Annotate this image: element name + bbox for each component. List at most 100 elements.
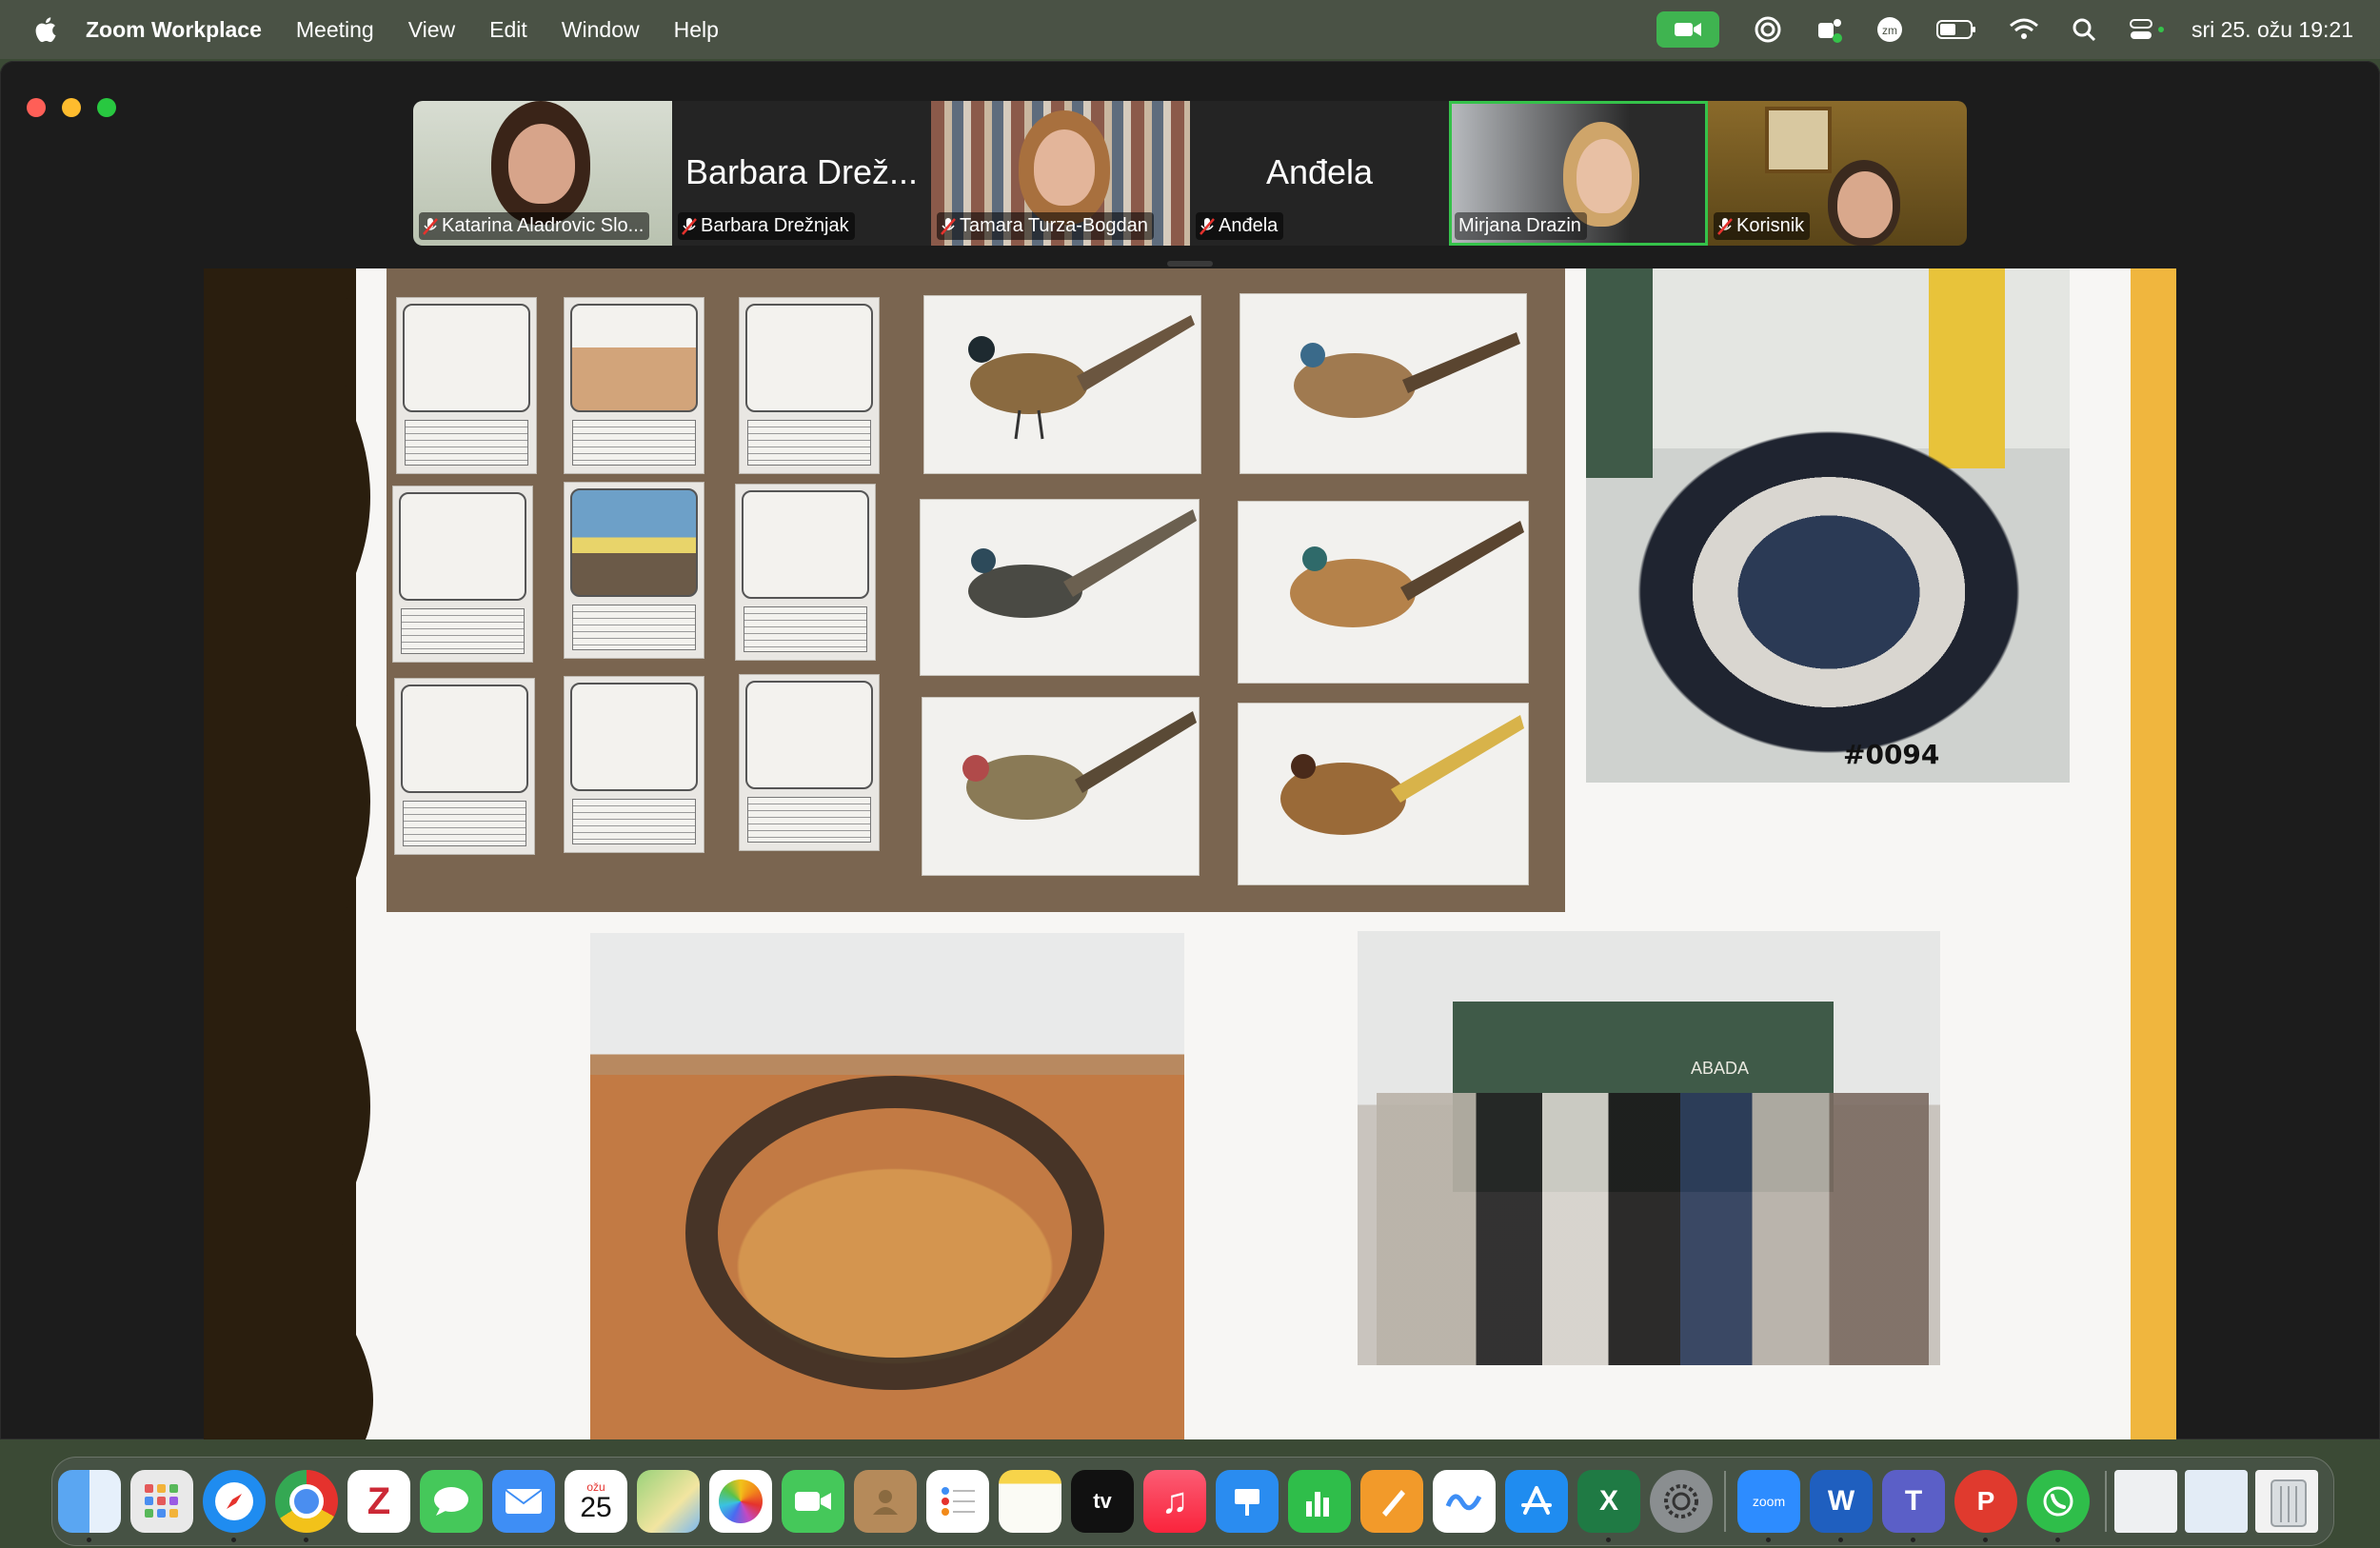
drawing-card bbox=[564, 297, 704, 474]
slide-right-border bbox=[2131, 268, 2176, 1439]
pheasant-drawing bbox=[1240, 293, 1527, 474]
apple-menu-icon[interactable] bbox=[32, 15, 57, 44]
zotero-icon[interactable]: Z bbox=[347, 1470, 410, 1533]
mail-icon[interactable] bbox=[492, 1470, 555, 1533]
participant-face bbox=[1837, 171, 1893, 238]
drawing-card bbox=[735, 484, 876, 661]
notes-icon[interactable] bbox=[999, 1470, 1061, 1533]
participant-strip: Katarina Aladrovic Slo... Barbara Drež..… bbox=[413, 101, 1967, 246]
participant-tile[interactable]: Barbara Drež... Barbara Drežnjak bbox=[672, 101, 931, 246]
mic-muted-icon bbox=[1717, 217, 1733, 235]
participant-tile[interactable]: Katarina Aladrovic Slo... bbox=[413, 101, 672, 246]
participant-tile[interactable]: Tamara Turza-Bogdan bbox=[931, 101, 1190, 246]
battery-icon[interactable] bbox=[1935, 19, 1976, 40]
menu-window[interactable]: Window bbox=[562, 17, 640, 43]
macos-dock: Z ožu 25 tv ♫ X zoom W T P bbox=[51, 1457, 2334, 1546]
participant-name: Korisnik bbox=[1736, 215, 1805, 236]
screen-share-status-icon[interactable] bbox=[1752, 15, 1784, 44]
drawing-card bbox=[739, 297, 880, 474]
messages-icon[interactable] bbox=[420, 1470, 483, 1533]
drawing-card bbox=[392, 486, 533, 663]
pheasant-drawing bbox=[920, 499, 1200, 676]
safari-icon[interactable] bbox=[203, 1470, 266, 1533]
participant-name-label: Anđela bbox=[1196, 212, 1284, 240]
contacts-icon[interactable] bbox=[854, 1470, 917, 1533]
drawing-card bbox=[396, 297, 537, 474]
spotlight-search-icon[interactable] bbox=[2072, 17, 2096, 42]
participant-name-label: Mirjana Drazin bbox=[1455, 212, 1587, 240]
menu-help[interactable]: Help bbox=[674, 17, 719, 43]
students-group bbox=[1615, 411, 2043, 773]
trash-icon[interactable] bbox=[2257, 1470, 2320, 1533]
zoom-icon[interactable]: zoom bbox=[1737, 1470, 1800, 1533]
participant-face bbox=[1577, 139, 1632, 213]
video-camera-status-icon[interactable] bbox=[1656, 11, 1719, 48]
zoom-status-icon[interactable]: zm bbox=[1875, 15, 1904, 44]
students-circle bbox=[685, 1076, 1104, 1390]
minimize-window-button[interactable] bbox=[62, 98, 81, 117]
whatsapp-icon[interactable] bbox=[2027, 1470, 2090, 1533]
photo-artwork-board bbox=[387, 268, 1565, 912]
facetime-icon[interactable] bbox=[782, 1470, 844, 1533]
participant-name-label: Korisnik bbox=[1714, 212, 1811, 240]
menubar-clock[interactable]: sri 25. ožu 19:21 bbox=[2192, 17, 2353, 43]
mic-muted-icon bbox=[682, 217, 697, 235]
shared-screen-slide: #0094 ABADA bbox=[204, 268, 2176, 1439]
keynote-icon[interactable] bbox=[1216, 1470, 1279, 1533]
launchpad-icon[interactable] bbox=[130, 1470, 193, 1533]
app-menu-zoom[interactable]: Zoom Workplace bbox=[86, 17, 262, 43]
excel-icon[interactable]: X bbox=[1577, 1470, 1640, 1533]
mic-muted-icon bbox=[941, 217, 956, 235]
students-standing bbox=[1377, 1093, 1929, 1365]
drawing-card bbox=[564, 482, 704, 659]
calendar-icon[interactable]: ožu 25 bbox=[565, 1470, 627, 1533]
participant-name-label: Tamara Turza-Bogdan bbox=[937, 212, 1154, 240]
pheasant-drawing bbox=[1238, 703, 1529, 885]
numbers-icon[interactable] bbox=[1288, 1470, 1351, 1533]
word-icon[interactable]: W bbox=[1810, 1470, 1873, 1533]
window-controls bbox=[27, 98, 116, 117]
drawing-card bbox=[739, 674, 880, 851]
control-center-icon[interactable] bbox=[2129, 17, 2167, 42]
teams-icon[interactable]: T bbox=[1882, 1470, 1945, 1533]
pheasant-drawing bbox=[1238, 501, 1529, 684]
photos-icon[interactable] bbox=[709, 1470, 772, 1533]
strip-resize-handle[interactable] bbox=[1167, 261, 1213, 267]
participant-name: Barbara Drežnjak bbox=[701, 215, 849, 236]
acrobat-icon[interactable]: P bbox=[1954, 1470, 2017, 1533]
menu-edit[interactable]: Edit bbox=[489, 17, 527, 43]
participant-name: Tamara Turza-Bogdan bbox=[960, 215, 1148, 236]
wall-picture bbox=[1765, 107, 1832, 173]
music-icon[interactable]: ♫ bbox=[1143, 1470, 1206, 1533]
participant-tile[interactable]: Anđela Anđela bbox=[1190, 101, 1449, 246]
participant-name-label: Katarina Aladrovic Slo... bbox=[419, 212, 650, 240]
freeform-icon[interactable] bbox=[1433, 1470, 1496, 1533]
close-window-button[interactable] bbox=[27, 98, 46, 117]
pheasant-drawing bbox=[922, 697, 1200, 876]
pages-icon[interactable] bbox=[1360, 1470, 1423, 1533]
maps-icon[interactable] bbox=[637, 1470, 700, 1533]
participant-name: Mirjana Drazin bbox=[1458, 215, 1581, 236]
reminders-icon[interactable] bbox=[926, 1470, 989, 1533]
system-settings-icon[interactable] bbox=[1650, 1470, 1713, 1533]
finder-icon[interactable] bbox=[58, 1470, 121, 1533]
menu-meeting[interactable]: Meeting bbox=[296, 17, 374, 43]
mic-muted-icon bbox=[423, 217, 438, 235]
drawing-card bbox=[394, 678, 535, 855]
participant-big-name: Barbara Drež... bbox=[684, 152, 919, 191]
participant-tile[interactable]: Korisnik bbox=[1708, 101, 1967, 246]
participant-name-label: Barbara Drežnjak bbox=[678, 212, 855, 240]
fullscreen-window-button[interactable] bbox=[97, 98, 116, 117]
participant-name: Anđela bbox=[1219, 215, 1279, 236]
recent-document-icon[interactable] bbox=[2114, 1470, 2177, 1533]
wifi-icon[interactable] bbox=[2009, 18, 2039, 41]
recent-document-icon[interactable] bbox=[2185, 1470, 2248, 1533]
slide-wavy-edge bbox=[318, 268, 373, 1439]
chrome-icon[interactable] bbox=[275, 1470, 338, 1533]
menu-view[interactable]: View bbox=[408, 17, 455, 43]
apple-tv-icon[interactable]: tv bbox=[1071, 1470, 1134, 1533]
app-store-icon[interactable] bbox=[1505, 1470, 1568, 1533]
teams-status-icon[interactable] bbox=[1816, 15, 1843, 44]
participant-tile-active-speaker[interactable]: Mirjana Drazin bbox=[1449, 101, 1708, 246]
participant-name: Katarina Aladrovic Slo... bbox=[442, 215, 645, 236]
